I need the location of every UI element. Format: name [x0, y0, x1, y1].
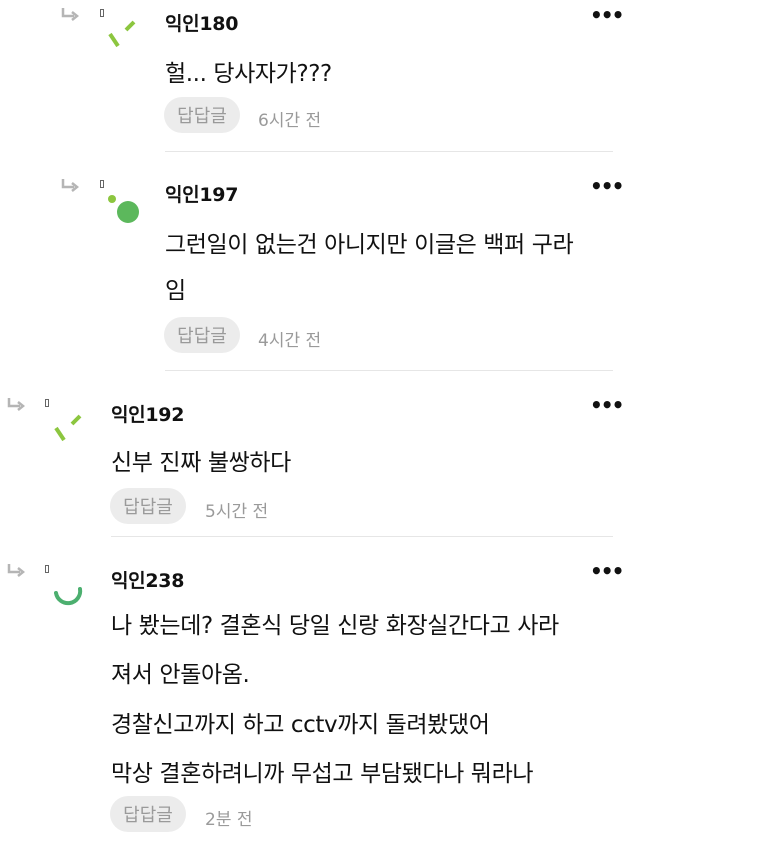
- timestamp: 6시간 전: [258, 111, 322, 131]
- reply-arrow-icon: [7, 398, 26, 411]
- reply-button[interactable]: 답답글: [164, 317, 240, 353]
- more-options-icon[interactable]: •••: [590, 176, 624, 196]
- reply-arrow-icon: [61, 179, 80, 192]
- timestamp: 5시간 전: [205, 502, 269, 522]
- placeholder-box-icon: [45, 565, 49, 573]
- comment-text: 나 봤는데? 결혼식 당일 신랑 화장실간다고 사라: [111, 613, 559, 639]
- reply-button[interactable]: 답답글: [110, 488, 186, 524]
- reply-button[interactable]: 답답글: [164, 97, 240, 133]
- more-options-icon[interactable]: •••: [590, 561, 624, 581]
- divider: [165, 370, 613, 371]
- more-options-icon[interactable]: •••: [590, 5, 624, 25]
- author-name[interactable]: 익인180: [165, 9, 238, 36]
- comment-text: 져서 안돌아옴.: [111, 662, 250, 688]
- reply-arrow-icon: [61, 8, 80, 21]
- placeholder-box-icon: [100, 9, 104, 17]
- author-name[interactable]: 익인197: [165, 180, 238, 207]
- placeholder-box-icon: [100, 180, 104, 188]
- comment-text: 신부 진짜 불쌍하다: [111, 450, 291, 476]
- avatar[interactable]: [50, 575, 86, 611]
- author-name[interactable]: 익인238: [111, 566, 184, 593]
- placeholder-box-icon: [45, 399, 49, 407]
- avatar[interactable]: [50, 412, 86, 448]
- timestamp: 2분 전: [205, 810, 253, 830]
- avatar[interactable]: [104, 192, 140, 228]
- comment-text: 막상 결혼하려니까 무섭고 부담됐다나 뭐라나: [111, 761, 534, 787]
- divider: [165, 151, 613, 152]
- reply-arrow-icon: [7, 564, 26, 577]
- timestamp: 4시간 전: [258, 331, 322, 351]
- avatar[interactable]: [104, 18, 140, 54]
- divider: [111, 536, 613, 537]
- comment-text: 임: [165, 278, 186, 304]
- comment-text: 경찰신고까지 하고 cctv까지 돌려봤댔어: [111, 712, 490, 738]
- comment-text: 그런일이 없는건 아니지만 이글은 백퍼 구라: [165, 232, 574, 258]
- reply-button[interactable]: 답답글: [110, 796, 186, 832]
- comment-text: 헐... 당사자가???: [165, 61, 332, 87]
- author-name[interactable]: 익인192: [111, 400, 184, 427]
- more-options-icon[interactable]: •••: [590, 395, 624, 415]
